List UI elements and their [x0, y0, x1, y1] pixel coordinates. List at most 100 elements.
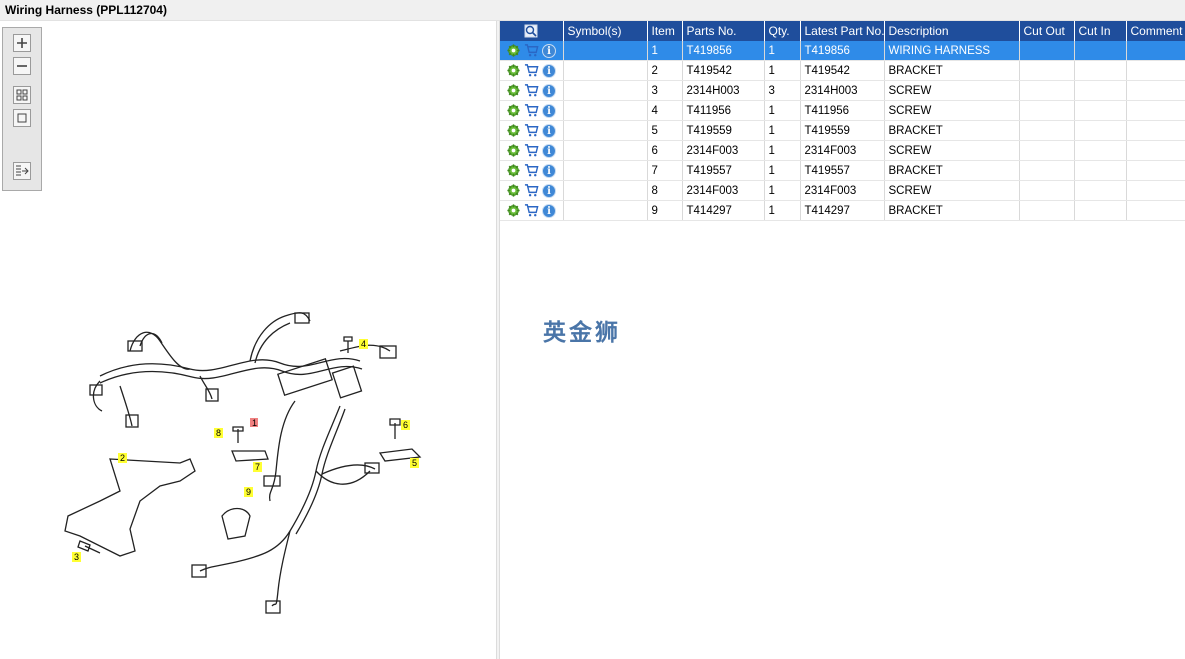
cell-description: BRACKET — [884, 160, 1020, 181]
gear-icon[interactable] — [506, 143, 521, 158]
cell-comment — [1126, 180, 1185, 201]
column-header-parts-no[interactable]: Parts No. — [682, 21, 765, 41]
zoom-in-button[interactable] — [13, 34, 31, 52]
column-header-qty[interactable]: Qty. — [764, 21, 801, 41]
column-header-description[interactable]: Description — [884, 21, 1020, 41]
zoom-out-button[interactable] — [13, 57, 31, 75]
cell-item: 3 — [647, 80, 683, 101]
callout-4[interactable]: 4 — [359, 339, 368, 349]
svg-text:8: 8 — [216, 428, 221, 438]
callout-5[interactable]: 5 — [410, 458, 419, 468]
table-row[interactable]: i 3 2314H003 3 2314H003 SCREW — [500, 80, 1185, 101]
gear-icon[interactable] — [506, 43, 521, 58]
cell-symbols — [563, 41, 648, 61]
cart-icon[interactable] — [524, 63, 539, 78]
cart-icon[interactable] — [524, 103, 539, 118]
callout-7[interactable]: 7 — [253, 462, 262, 472]
cell-parts-no: 2314H003 — [682, 80, 765, 101]
cell-parts-no: T419542 — [682, 60, 765, 81]
info-icon[interactable]: i — [542, 63, 556, 78]
cell-cut-out — [1019, 200, 1075, 221]
cart-icon[interactable] — [524, 123, 539, 138]
fit-button[interactable] — [13, 86, 31, 104]
cell-qty: 1 — [764, 60, 801, 81]
row-actions: i — [500, 60, 564, 81]
actual-size-icon — [17, 113, 27, 123]
cell-symbols — [563, 60, 648, 81]
column-header-actions[interactable] — [500, 21, 564, 41]
callout-9[interactable]: 9 — [244, 487, 253, 497]
gear-icon[interactable] — [506, 163, 521, 178]
info-icon[interactable]: i — [542, 183, 556, 198]
cell-parts-no: 2314F003 — [682, 140, 765, 161]
table-row[interactable]: i 6 2314F003 1 2314F003 SCREW — [500, 140, 1185, 161]
column-header-symbols[interactable]: Symbol(s) — [563, 21, 648, 41]
row-actions: i — [500, 200, 564, 221]
table-row[interactable]: i 1 T419856 1 T419856 WIRING HARNESS — [500, 41, 1185, 61]
column-header-cut-in[interactable]: Cut In — [1074, 21, 1127, 41]
zoom-in-icon — [17, 38, 27, 48]
cell-comment — [1126, 100, 1185, 121]
gear-icon[interactable] — [506, 83, 521, 98]
cell-symbols — [563, 180, 648, 201]
cell-cut-out — [1019, 160, 1075, 181]
column-header-comment[interactable]: Comment — [1126, 21, 1185, 41]
info-icon[interactable]: i — [542, 203, 556, 218]
cart-icon[interactable] — [524, 143, 539, 158]
cart-icon[interactable] — [524, 183, 539, 198]
cell-parts-no: T411956 — [682, 100, 765, 121]
cell-qty: 1 — [764, 41, 801, 61]
actual-size-button[interactable] — [13, 109, 31, 127]
column-header-item[interactable]: Item — [647, 21, 683, 41]
gear-icon[interactable] — [506, 103, 521, 118]
cell-item: 7 — [647, 160, 683, 181]
diagram-pane[interactable]: 1 2 3 4 5 6 7 8 9 — [0, 21, 496, 659]
gear-icon[interactable] — [506, 183, 521, 198]
info-icon[interactable]: i — [542, 163, 556, 178]
cell-comment — [1126, 41, 1185, 61]
gear-icon[interactable] — [506, 63, 521, 78]
cell-latest-part-no: T414297 — [800, 200, 885, 221]
callout-8[interactable]: 8 — [214, 428, 223, 438]
table-row[interactable]: i 8 2314F003 1 2314F003 SCREW — [500, 180, 1185, 201]
table-row[interactable]: i 2 T419542 1 T419542 BRACKET — [500, 60, 1185, 81]
export-button[interactable] — [13, 162, 31, 180]
table-row[interactable]: i 4 T411956 1 T411956 SCREW — [500, 100, 1185, 121]
row-actions: i — [500, 160, 564, 181]
cell-latest-part-no: T419557 — [800, 160, 885, 181]
table-row[interactable]: i 9 T414297 1 T414297 BRACKET — [500, 200, 1185, 221]
cell-comment — [1126, 160, 1185, 181]
info-icon[interactable]: i — [542, 103, 556, 118]
cell-description: SCREW — [884, 140, 1020, 161]
info-icon[interactable]: i — [542, 143, 556, 158]
cart-icon[interactable] — [524, 83, 539, 98]
table-row[interactable]: i 7 T419557 1 T419557 BRACKET — [500, 160, 1185, 181]
cart-icon[interactable] — [524, 163, 539, 178]
cell-qty: 1 — [764, 120, 801, 141]
cell-parts-no: T419557 — [682, 160, 765, 181]
info-icon[interactable]: i — [542, 123, 556, 138]
callout-1[interactable]: 1 — [250, 418, 258, 428]
column-header-cut-out[interactable]: Cut Out — [1019, 21, 1075, 41]
table-row[interactable]: i 5 T419559 1 T419559 BRACKET — [500, 120, 1185, 141]
cell-description: SCREW — [884, 180, 1020, 201]
info-icon[interactable]: i — [542, 43, 556, 58]
gear-icon[interactable] — [506, 203, 521, 218]
cell-cut-in — [1074, 120, 1127, 141]
gear-icon[interactable] — [506, 123, 521, 138]
callout-3[interactable]: 3 — [72, 552, 81, 562]
zoom-out-icon — [17, 65, 27, 67]
callout-6[interactable]: 6 — [401, 420, 410, 430]
zoom-toolbar — [2, 27, 42, 191]
exploded-diagram[interactable]: 1 2 3 4 5 6 7 8 9 — [40, 291, 460, 631]
cart-icon[interactable] — [524, 43, 539, 58]
cell-comment — [1126, 120, 1185, 141]
info-icon[interactable]: i — [542, 83, 556, 98]
callout-2[interactable]: 2 — [118, 453, 127, 463]
column-header-latest-part-no[interactable]: Latest Part No. — [800, 21, 885, 41]
parts-table: Symbol(s) Item Parts No. Qty. Latest Par… — [500, 21, 1185, 221]
cart-icon[interactable] — [524, 203, 539, 218]
cell-qty: 3 — [764, 80, 801, 101]
cell-cut-out — [1019, 100, 1075, 121]
cell-item: 6 — [647, 140, 683, 161]
